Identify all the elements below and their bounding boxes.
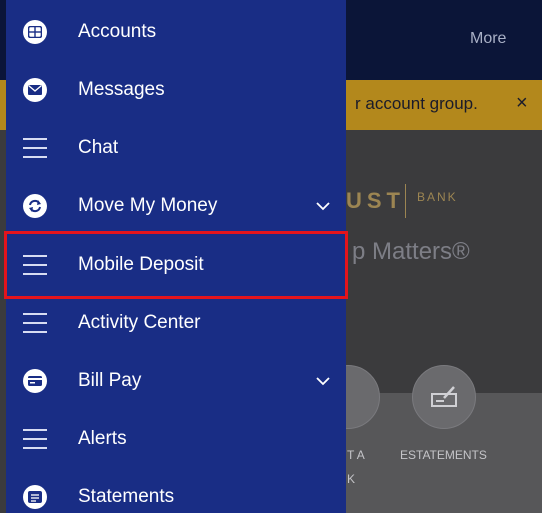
- chevron-down-icon[interactable]: [316, 373, 330, 389]
- nav-item-bill-pay[interactable]: Bill Pay: [6, 355, 346, 407]
- brand-tagline: p Matters®: [352, 238, 470, 265]
- brand-divider: [405, 184, 406, 218]
- nav-item-activity-center[interactable]: Activity Center: [6, 297, 346, 349]
- statement-icon: [22, 484, 48, 510]
- nav-label-chat: Chat: [78, 137, 119, 158]
- chevron-down-icon[interactable]: [316, 198, 330, 214]
- accounts-icon: [22, 19, 48, 45]
- menu-lines-icon: [22, 135, 48, 161]
- more-button[interactable]: More: [470, 30, 506, 48]
- nav-item-accounts[interactable]: Accounts: [6, 6, 346, 58]
- nav-label-alerts: Alerts: [78, 428, 127, 449]
- menu-lines-icon: [22, 310, 48, 336]
- nav-item-move-my-money[interactable]: Move My Money: [6, 180, 346, 232]
- nav-item-statements[interactable]: Statements: [6, 471, 346, 513]
- nav-item-chat[interactable]: Chat: [6, 122, 346, 174]
- banner-close-icon[interactable]: ×: [516, 92, 528, 115]
- quick-action-label: T A: [347, 448, 365, 462]
- card-icon: [22, 368, 48, 394]
- quick-action-label-line2: K: [347, 472, 356, 486]
- check-edit-icon: [431, 386, 457, 407]
- nav-label-messages: Messages: [78, 79, 165, 100]
- brand-subtext: BANK: [417, 190, 458, 204]
- nav-label-accounts: Accounts: [78, 21, 157, 42]
- estatements-label: ESTATEMENTS: [400, 448, 487, 462]
- banner-text: r account group.: [355, 94, 478, 113]
- highlight-box: [4, 231, 348, 299]
- nav-item-messages[interactable]: Messages: [6, 64, 346, 116]
- nav-label-bill-pay: Bill Pay: [78, 370, 142, 391]
- nav-label-statements: Statements: [78, 486, 175, 507]
- nav-label-move-my-money: Move My Money: [78, 195, 218, 216]
- transfer-icon: [22, 193, 48, 219]
- menu-lines-icon: [22, 426, 48, 452]
- envelope-icon: [22, 77, 48, 103]
- brand-logo-text: UST: [346, 188, 405, 213]
- nav-item-alerts[interactable]: Alerts: [6, 413, 346, 465]
- nav-label-activity-center: Activity Center: [78, 312, 201, 333]
